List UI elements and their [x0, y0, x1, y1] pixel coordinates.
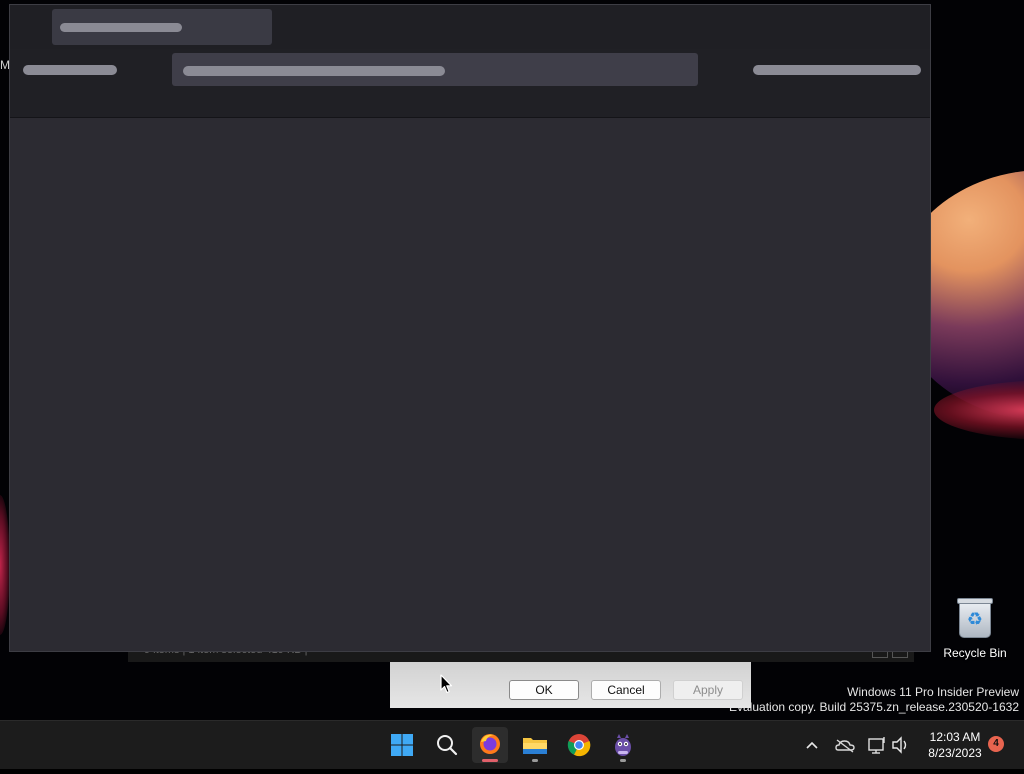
watermark-edition: Windows 11 Pro Insider Preview — [847, 685, 1019, 699]
clock-time: 12:03 AM — [929, 730, 981, 744]
recycle-bin-icon: ♻ — [956, 596, 994, 640]
recycle-bin-shortcut[interactable]: ♻ Recycle Bin — [938, 596, 1012, 660]
active-app-indicator — [482, 759, 498, 762]
mouse-cursor-icon — [440, 674, 453, 694]
windows-watermark: Windows 11 Pro Insider Preview Evaluatio… — [729, 685, 1019, 715]
taskbar-chrome[interactable] — [561, 727, 597, 763]
taskbar-firefox[interactable] — [472, 727, 508, 763]
onedrive-tray-button[interactable] — [832, 721, 858, 769]
start-button[interactable] — [384, 727, 420, 763]
search-button[interactable] — [429, 727, 465, 763]
firefox-icon — [480, 734, 500, 754]
cloud-offline-icon — [835, 739, 855, 753]
clock-date: 8/23/2023 — [928, 746, 982, 760]
speaker-icon — [892, 736, 907, 754]
ok-button[interactable]: OK — [509, 680, 579, 700]
cancel-button[interactable]: Cancel — [591, 680, 661, 700]
show-hidden-icons-button[interactable] — [800, 721, 824, 769]
apply-button[interactable]: Apply — [673, 680, 743, 700]
watermark-build: Evaluation copy. Build 25375.zn_release.… — [729, 700, 1019, 714]
search-icon — [437, 735, 458, 756]
running-app-indicator — [620, 759, 626, 762]
taskbar-clock[interactable]: 12:03 AM 8/23/2023 — [916, 729, 994, 761]
address-bar-placeholder[interactable] — [172, 53, 698, 86]
toolbar-left-placeholder — [23, 65, 117, 75]
chevron-up-icon — [806, 741, 818, 749]
volume-tray-button[interactable] — [889, 721, 913, 769]
tab-title-placeholder — [60, 23, 182, 32]
address-text-placeholder — [183, 66, 445, 76]
toolbar-right-placeholder — [753, 65, 921, 75]
window-titlebar[interactable] — [10, 5, 930, 49]
windows-logo-icon — [391, 734, 413, 756]
taskbar: 12:03 AM 8/23/2023 4 — [0, 720, 1024, 769]
network-tray-button[interactable] — [864, 721, 890, 769]
loading-tab[interactable] — [52, 9, 272, 45]
folder-icon — [523, 738, 547, 754]
running-app-indicator — [532, 759, 538, 762]
network-icon — [868, 737, 885, 754]
notification-badge[interactable]: 4 — [988, 736, 1004, 752]
window-toolbar — [10, 49, 930, 118]
taskbar-mascot-app[interactable] — [605, 727, 641, 763]
purple-mascot-icon — [615, 734, 631, 756]
recycle-bin-label: Recycle Bin — [943, 646, 1007, 660]
chrome-icon — [567, 734, 591, 757]
loading-app-window[interactable] — [9, 4, 931, 652]
taskbar-file-explorer[interactable] — [517, 727, 553, 763]
window-content-area[interactable] — [10, 118, 930, 651]
